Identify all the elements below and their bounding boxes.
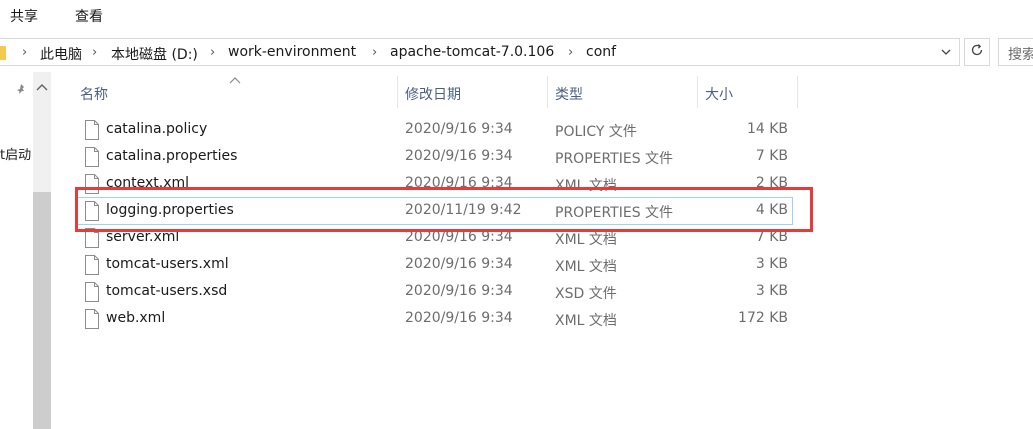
file-size: 3 KB [755,283,788,299]
breadcrumb-tomcat[interactable]: apache-tomcat-7.0.106 [390,44,554,60]
file-size: 14 KB [746,121,788,137]
file-icon [84,255,100,279]
breadcrumb-this-pc[interactable]: 此电脑 [40,44,82,64]
folder-icon [0,46,6,64]
scroll-up-icon[interactable] [35,80,49,96]
tab-view[interactable]: 查看 [75,6,103,26]
file-row[interactable]: tomcat-users.xsd 2020/9/16 9:34 XSD 文件 3… [76,279,792,305]
search-input[interactable]: 搜索 [998,38,1033,66]
breadcrumb-work-environment[interactable]: work-environment [228,44,356,60]
breadcrumb-local-disk[interactable]: 本地磁盘 (D:) [111,44,198,64]
file-modified: 2020/9/16 9:34 [405,148,513,164]
sort-ascending-icon [228,72,242,88]
column-header-name[interactable]: 名称 [80,84,108,104]
file-name: web.xml [106,310,166,326]
file-size: 3 KB [755,256,788,272]
refresh-icon [969,42,985,62]
file-size: 172 KB [738,310,788,326]
column-divider[interactable] [547,76,548,108]
column-header-modified[interactable]: 修改日期 [405,84,461,104]
file-modified: 2020/9/16 9:34 [405,310,513,326]
file-type: XML 文档 [555,313,617,329]
annotation-highlight-box [75,187,813,232]
file-type: POLICY 文件 [555,124,637,140]
file-type: XSD 文件 [555,286,617,302]
file-name: tomcat-users.xml [106,256,229,272]
nav-scrollbar-thumb[interactable] [33,192,51,429]
chevron-right-icon[interactable]: › [372,45,377,60]
chevron-down-icon[interactable] [940,45,952,63]
chevron-right-icon[interactable]: › [568,45,573,60]
tab-share[interactable]: 共享 [10,6,38,26]
file-row[interactable]: catalina.policy 2020/9/16 9:34 POLICY 文件… [76,117,792,143]
file-row[interactable]: web.xml 2020/9/16 9:34 XML 文档 172 KB [76,306,792,332]
column-divider[interactable] [397,76,398,108]
file-name: catalina.policy [106,121,208,137]
file-modified: 2020/9/16 9:34 [405,283,513,299]
column-header-type[interactable]: 类型 [555,84,583,104]
file-modified: 2020/9/16 9:34 [405,256,513,272]
column-header-size[interactable]: 大小 [705,84,733,104]
file-icon [84,147,100,171]
file-type: PROPERTIES 文件 [555,151,674,167]
refresh-button[interactable] [964,38,990,66]
column-divider[interactable] [797,76,798,108]
file-icon [84,120,100,144]
file-type: XML 文档 [555,259,617,275]
file-modified: 2020/9/16 9:34 [405,121,513,137]
address-bar[interactable]: › 此电脑 › 本地磁盘 (D:) › work-environment › a… [0,38,960,66]
pin-icon[interactable] [14,83,28,101]
file-size: 7 KB [755,148,788,164]
file-icon [84,309,100,333]
nav-item-partial[interactable]: t启动 [0,144,31,163]
file-name: tomcat-users.xsd [106,283,228,299]
chevron-right-icon[interactable]: › [210,45,215,60]
chevron-right-icon[interactable]: › [92,45,97,60]
file-row[interactable]: catalina.properties 2020/9/16 9:34 PROPE… [76,144,792,170]
chevron-right-icon[interactable]: › [22,45,27,60]
file-icon [84,282,100,306]
breadcrumb-conf[interactable]: conf [586,44,616,60]
file-name: catalina.properties [106,148,238,164]
column-divider[interactable] [697,76,698,108]
file-row[interactable]: tomcat-users.xml 2020/9/16 9:34 XML 文档 3… [76,252,792,278]
file-type: XML 文档 [555,232,617,248]
